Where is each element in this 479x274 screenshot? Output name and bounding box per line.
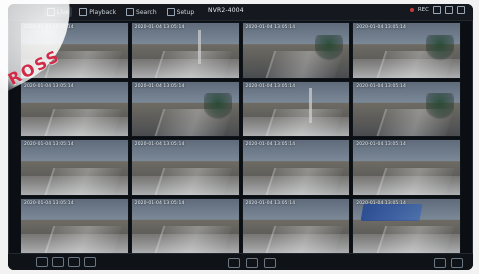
tab-live[interactable]: Live bbox=[44, 7, 73, 17]
fullscreen-button[interactable] bbox=[434, 258, 446, 268]
camera-timestamp: 2020-01-04 13:05:14 bbox=[356, 83, 406, 89]
bottom-toolbar bbox=[8, 253, 473, 270]
camera-tile-3[interactable]: 2020-01-04 13:05:14 bbox=[241, 22, 351, 79]
tab-playback[interactable]: Playback bbox=[76, 7, 119, 17]
pole bbox=[308, 88, 312, 123]
prev-page-button[interactable] bbox=[228, 258, 240, 268]
tab-search-label: Search bbox=[136, 8, 157, 16]
camera-timestamp: 2020-01-04 13:05:14 bbox=[245, 142, 296, 147]
camera-timestamp: 2020-01-04 13:05:14 bbox=[245, 200, 296, 206]
camera-grid: 2020-01-04 13:05:14 2020-01-04 13:05:14 … bbox=[20, 22, 461, 254]
camera-timestamp: 2020-01-04 13:05:14 bbox=[134, 200, 185, 206]
user-icon[interactable] bbox=[457, 6, 465, 14]
tab-search[interactable]: Search bbox=[123, 7, 160, 17]
camera-timestamp: 2020-01-04 13:05:14 bbox=[245, 83, 296, 89]
top-toolbar: Live Playback Search Setup NVR2-4004 REC bbox=[8, 4, 473, 21]
camera-timestamp: 2020-01-04 13:05:14 bbox=[356, 142, 406, 147]
right-controls bbox=[434, 258, 463, 268]
camera-timestamp: 2020-01-04 13:05:14 bbox=[24, 142, 74, 147]
tab-live-label: Live bbox=[57, 8, 70, 16]
tab-setup[interactable]: Setup bbox=[164, 7, 197, 17]
snow bbox=[242, 175, 350, 195]
snow bbox=[21, 234, 128, 253]
device-title: NVR2-4004 bbox=[208, 7, 244, 14]
camera-tile-4[interactable]: 2020-01-04 13:05:14 bbox=[352, 22, 461, 79]
snow bbox=[353, 175, 460, 195]
camera-tile-13[interactable]: 2020-01-04 13:05:14 bbox=[20, 197, 129, 254]
camera-tile-14[interactable]: 2020-01-04 13:05:14 bbox=[130, 197, 240, 254]
snow bbox=[242, 234, 350, 253]
gear-icon bbox=[166, 8, 175, 16]
layout-3x3-button[interactable] bbox=[68, 257, 80, 267]
pole bbox=[197, 29, 201, 65]
camera-tile-2[interactable]: 2020-01-04 13:05:14 bbox=[130, 22, 240, 79]
blue-tarp bbox=[360, 203, 423, 222]
snow bbox=[21, 175, 128, 195]
snow bbox=[353, 234, 460, 253]
record-dot-icon bbox=[409, 8, 414, 12]
camera-timestamp: 2020-01-04 13:05:14 bbox=[134, 142, 185, 147]
camera-tile-12[interactable]: 2020-01-04 13:05:14 bbox=[352, 139, 461, 196]
snow bbox=[242, 117, 350, 136]
playback-icon bbox=[79, 8, 88, 16]
tab-playback-label: Playback bbox=[89, 8, 117, 16]
camera-timestamp: 2020-01-04 13:05:14 bbox=[134, 25, 185, 30]
camera-tile-8[interactable]: 2020-01-04 13:05:14 bbox=[352, 80, 461, 137]
nvr-screen: Live Playback Search Setup NVR2-4004 REC bbox=[8, 4, 473, 270]
camera-tile-5[interactable]: 2020-01-04 13:05:14 bbox=[20, 80, 129, 137]
snow bbox=[131, 175, 239, 195]
snow bbox=[21, 117, 128, 136]
layout-4x4-button[interactable] bbox=[84, 257, 96, 267]
snow bbox=[21, 58, 128, 78]
camera-timestamp: 2020-01-04 13:05:14 bbox=[24, 83, 74, 89]
camera-timestamp: 2020-01-04 13:05:14 bbox=[356, 25, 406, 30]
camera-timestamp: 2020-01-04 13:05:14 bbox=[24, 25, 74, 30]
camera-tile-10[interactable]: 2020-01-04 13:05:14 bbox=[130, 139, 240, 196]
camera-tile-16[interactable]: 2020-01-04 13:05:14 bbox=[352, 197, 461, 254]
search-icon bbox=[126, 8, 135, 16]
camera-timestamp: 2020-01-04 13:05:14 bbox=[245, 25, 296, 30]
camera-tile-7[interactable]: 2020-01-04 13:05:14 bbox=[241, 80, 351, 137]
next-page-button[interactable] bbox=[264, 258, 276, 268]
trees bbox=[425, 93, 454, 122]
snow bbox=[131, 234, 239, 253]
camera-timestamp: 2020-01-04 13:05:14 bbox=[134, 83, 185, 89]
camera-tile-6[interactable]: 2020-01-04 13:05:14 bbox=[130, 80, 240, 137]
hdd-icon bbox=[445, 6, 453, 14]
camera-tile-15[interactable]: 2020-01-04 13:05:14 bbox=[241, 197, 351, 254]
network-icon bbox=[433, 6, 441, 14]
snow bbox=[131, 58, 239, 78]
menu-button[interactable] bbox=[451, 258, 463, 268]
camera-tile-1[interactable]: 2020-01-04 13:05:14 bbox=[20, 22, 129, 79]
page-controls bbox=[228, 258, 276, 268]
top-status: REC bbox=[409, 6, 465, 14]
tab-setup-label: Setup bbox=[176, 8, 195, 16]
top-tabs: Live Playback Search Setup bbox=[8, 7, 197, 17]
layout-1x1-button[interactable] bbox=[36, 257, 48, 267]
trees bbox=[425, 34, 454, 64]
trees bbox=[315, 34, 343, 64]
pause-button[interactable] bbox=[246, 258, 258, 268]
layout-controls bbox=[8, 257, 96, 267]
live-icon bbox=[47, 8, 55, 16]
camera-tile-11[interactable]: 2020-01-04 13:05:14 bbox=[241, 139, 351, 196]
record-status: REC bbox=[417, 7, 429, 13]
layout-2x2-button[interactable] bbox=[52, 257, 64, 267]
camera-tile-9[interactable]: 2020-01-04 13:05:14 bbox=[20, 139, 129, 196]
trees bbox=[204, 93, 233, 122]
camera-timestamp: 2020-01-04 13:05:14 bbox=[24, 200, 74, 206]
